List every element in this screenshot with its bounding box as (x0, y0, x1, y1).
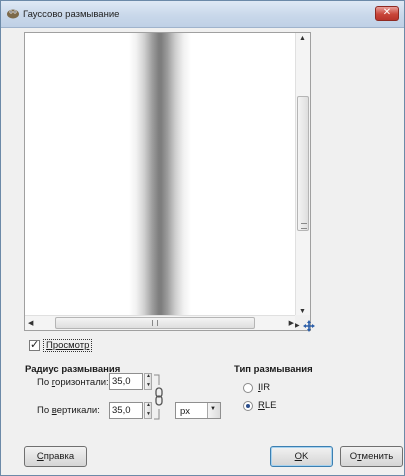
horizontal-scroll-thumb[interactable] (55, 317, 255, 329)
horizontal-label: По горизонтали: (37, 377, 109, 388)
scroll-down-arrow-icon[interactable]: ▼ (299, 308, 306, 315)
unit-value: px (180, 406, 191, 417)
rle-label[interactable]: RLE (258, 400, 277, 411)
horizontal-radius-input[interactable]: 35,0 (109, 373, 143, 390)
scroll-right-arrow-icon[interactable]: ▶ (289, 319, 294, 327)
grip-icon (301, 223, 307, 229)
rle-radio[interactable] (243, 401, 253, 411)
vertical-radius-spinner[interactable] (144, 402, 152, 419)
unit-select[interactable]: px (175, 402, 221, 419)
nav-arrow-icon: ▶ (295, 323, 300, 329)
ok-button[interactable]: OK (270, 446, 333, 467)
horizontal-scrollbar[interactable]: ◀ ▶ (25, 315, 297, 330)
navigate-move-icon[interactable] (302, 319, 316, 333)
preview-area: ▲ ▼ ◀ ▶ (24, 32, 311, 331)
blur-radius-heading: Радиус размывания (25, 364, 121, 375)
close-button[interactable]: ✕ (375, 6, 399, 21)
horizontal-radius-spinner[interactable] (144, 373, 152, 390)
scroll-left-arrow-icon[interactable]: ◀ (28, 319, 33, 327)
blur-type-heading: Тип размывания (234, 364, 313, 375)
title-bar[interactable]: Гауссово размывание ✕ (1, 1, 404, 28)
cancel-button[interactable]: Отменить (340, 446, 403, 467)
blurred-line-preview (129, 33, 191, 317)
chevron-down-icon[interactable] (207, 403, 220, 418)
preview-label[interactable]: Просмотр (43, 339, 93, 352)
grip-icon (152, 320, 158, 326)
iir-label[interactable]: IIR (258, 382, 270, 393)
vertical-label: По вертикали: (37, 405, 100, 416)
chain-link-icon[interactable] (153, 371, 167, 423)
gaussian-blur-dialog: Гауссово размывание ✕ ▲ ▼ ◀ ▶ ▶ Просмо (0, 0, 405, 476)
vertical-scroll-thumb[interactable] (297, 96, 309, 231)
gimp-app-icon (7, 9, 19, 19)
vertical-radius-input[interactable]: 35,0 (109, 402, 143, 419)
preview-checkbox[interactable] (29, 338, 40, 351)
scroll-up-arrow-icon[interactable]: ▲ (299, 35, 306, 42)
dialog-content: ▲ ▼ ◀ ▶ ▶ Просмотр Радиус размывания По … (2, 28, 404, 475)
vertical-scrollbar[interactable]: ▲ ▼ (295, 33, 310, 317)
window-title: Гауссово размывание (23, 9, 120, 20)
preview-canvas[interactable] (25, 33, 297, 317)
iir-radio[interactable] (243, 383, 253, 393)
help-button[interactable]: Справка (24, 446, 87, 467)
